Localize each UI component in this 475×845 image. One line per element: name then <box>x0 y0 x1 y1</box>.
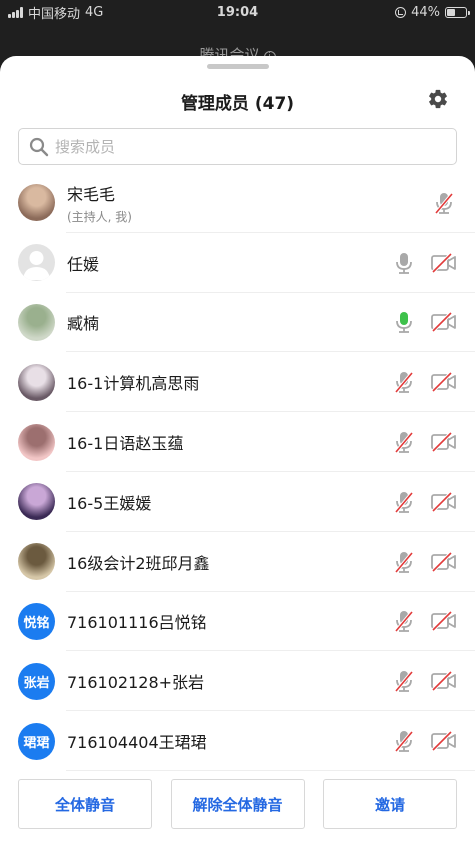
member-row[interactable]: 16-1计算机高思雨 <box>0 352 475 412</box>
member-name: 任媛 <box>67 254 100 274</box>
member-name: 16-1计算机高思雨 <box>67 374 200 394</box>
avatar: 珺珺 <box>18 722 55 760</box>
member-name: 16级会计2班邱月鑫 <box>67 553 210 573</box>
member-info: 716101116吕悦铭 <box>67 609 207 633</box>
mic-muted-icon[interactable] <box>391 609 417 633</box>
mic-muted-icon[interactable] <box>391 550 417 574</box>
member-info: 16级会计2班邱月鑫 <box>67 550 210 574</box>
camera-off-icon[interactable] <box>431 669 457 693</box>
invite-button[interactable]: 邀请 <box>323 779 457 829</box>
member-row[interactable]: 宋毛毛 (主持人, 我) <box>0 173 475 233</box>
mic-muted-icon[interactable] <box>391 490 417 514</box>
member-name: 臧楠 <box>67 314 100 334</box>
member-row[interactable]: 臧楠 <box>0 293 475 353</box>
action-bar: 全体静音 解除全体静音 邀请 <box>0 771 475 845</box>
member-name: 716102128+张岩 <box>67 673 205 693</box>
microphone-icon[interactable] <box>391 251 417 275</box>
search-icon <box>29 137 49 156</box>
member-info: 16-1计算机高思雨 <box>67 370 199 394</box>
member-controls <box>391 490 457 514</box>
member-controls <box>391 370 457 394</box>
camera-off-icon[interactable] <box>431 490 457 514</box>
carrier-label: 中国移动 <box>28 6 81 22</box>
member-row[interactable]: 珺珺 716104404王珺珺 <box>0 711 475 771</box>
member-controls <box>391 430 457 454</box>
member-name: 716101116吕悦铭 <box>67 613 207 633</box>
avatar <box>18 303 55 341</box>
member-controls <box>391 550 457 574</box>
default-avatar-icon <box>18 244 55 282</box>
camera-off-icon[interactable] <box>431 370 457 394</box>
avatar <box>18 184 55 222</box>
member-controls <box>391 729 457 753</box>
avatar <box>18 363 55 401</box>
member-name: 16-1日语赵玉蕴 <box>67 434 184 454</box>
battery-percent: 44% <box>411 4 440 20</box>
mute-all-button[interactable]: 全体静音 <box>18 779 152 829</box>
avatar-initials: 珺珺 <box>23 735 50 751</box>
member-name: 宋毛毛 <box>67 184 116 204</box>
camera-off-icon[interactable] <box>431 609 457 633</box>
clock: 19:04 <box>216 4 259 20</box>
member-info: 臧楠 <box>67 310 99 334</box>
member-row[interactable]: 16-5王媛媛 <box>0 472 475 532</box>
status-bar: 中国移动 4G 19:04 44% <box>0 0 475 24</box>
avatar <box>18 543 55 581</box>
battery-fill <box>447 8 455 16</box>
avatar <box>18 423 55 461</box>
mic-muted-icon[interactable] <box>391 370 417 394</box>
network-label: 4G <box>85 4 104 20</box>
settings-button[interactable] <box>427 88 449 110</box>
member-controls <box>391 310 457 334</box>
page-title: 管理成员 (47) <box>180 94 295 114</box>
camera-off-icon[interactable] <box>431 310 457 334</box>
member-row[interactable]: 16级会计2班邱月鑫 <box>0 532 475 592</box>
search-box[interactable] <box>18 128 457 165</box>
mic-muted-icon[interactable] <box>431 191 457 215</box>
member-controls <box>391 609 457 633</box>
avatar <box>18 483 55 521</box>
member-controls <box>391 669 457 693</box>
member-controls <box>431 191 457 215</box>
mic-muted-icon[interactable] <box>391 430 417 454</box>
battery-icon <box>445 6 470 18</box>
member-row[interactable]: 16-1日语赵玉蕴 <box>0 412 475 472</box>
member-name: 16-5王媛媛 <box>67 493 152 513</box>
camera-off-icon[interactable] <box>431 729 457 753</box>
member-controls <box>391 251 457 275</box>
sheet-header: 管理成员 (47) <box>0 56 475 126</box>
avatar: 张岩 <box>18 662 55 700</box>
orientation-lock-icon <box>395 6 407 18</box>
microphone-icon[interactable] <box>391 310 417 334</box>
member-list: 宋毛毛 (主持人, 我) 任媛臧楠 16-1计算机高思雨 16-1日语赵玉蕴 16-5王媛… <box>0 173 475 771</box>
status-right: 44% <box>395 4 470 20</box>
avatar-initials: 悦铭 <box>23 615 50 631</box>
member-info: 716104404王珺珺 <box>67 729 207 753</box>
camera-off-icon[interactable] <box>431 251 457 275</box>
mic-muted-icon[interactable] <box>391 669 417 693</box>
member-info: 宋毛毛 (主持人, 我) <box>67 181 132 225</box>
mic-muted-icon[interactable] <box>391 729 417 753</box>
search-input[interactable] <box>55 137 435 156</box>
camera-off-icon[interactable] <box>431 550 457 574</box>
member-role: (主持人, 我) <box>67 209 132 224</box>
member-row[interactable]: 悦铭 716101116吕悦铭 <box>0 592 475 652</box>
signal-icon <box>8 6 23 18</box>
member-info: 16-5王媛媛 <box>67 490 151 514</box>
member-row[interactable]: 张岩 716102128+张岩 <box>0 651 475 711</box>
member-info: 16-1日语赵玉蕴 <box>67 430 183 454</box>
member-name: 716104404王珺珺 <box>67 733 207 753</box>
unmute-all-button[interactable]: 解除全体静音 <box>170 779 305 829</box>
member-info: 任媛 <box>67 251 99 275</box>
avatar: 悦铭 <box>18 602 55 640</box>
member-info: 716102128+张岩 <box>67 669 204 693</box>
gear-icon <box>429 89 447 109</box>
status-left: 中国移动 4G <box>8 3 103 22</box>
avatar-initials: 张岩 <box>23 675 50 691</box>
camera-off-icon[interactable] <box>431 430 457 454</box>
manage-members-sheet: 管理成员 (47) 宋毛毛 (主持人, 我) 任媛臧楠 16-1计算机高思雨 16-1日… <box>0 56 475 845</box>
member-row[interactable]: 任媛 <box>0 233 475 293</box>
